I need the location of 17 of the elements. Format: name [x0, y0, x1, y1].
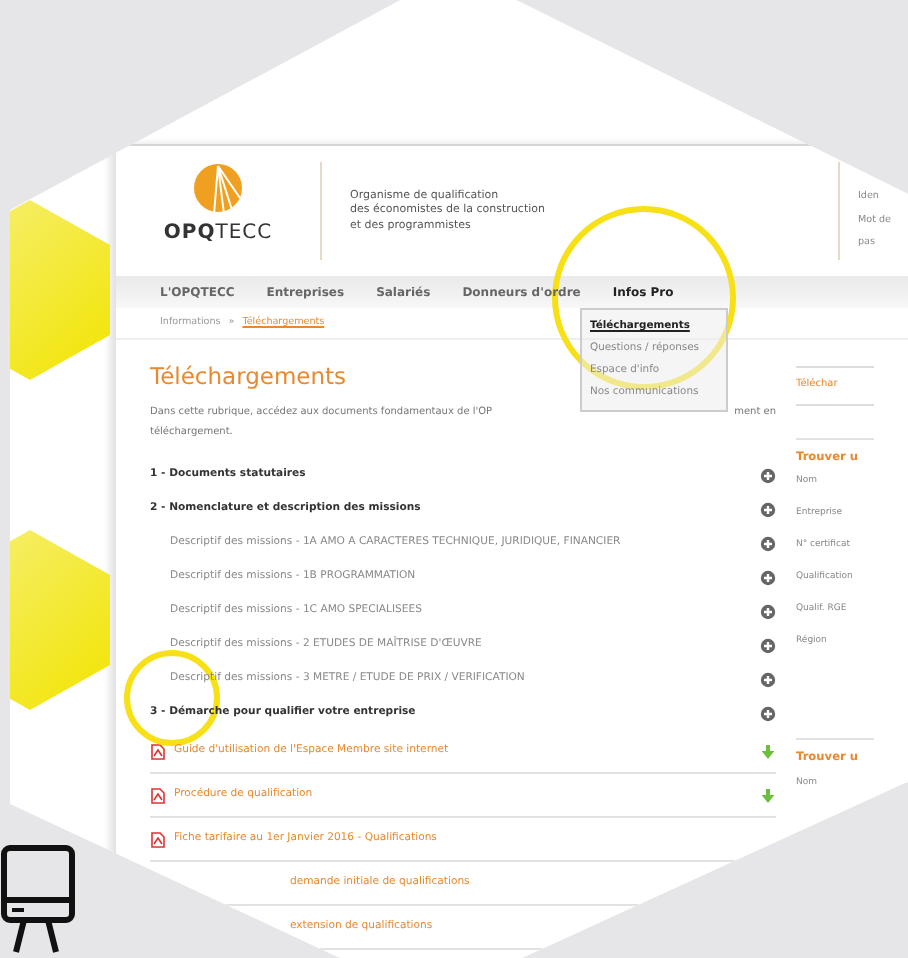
plus-circle-icon — [760, 637, 776, 654]
plus-circle-icon — [760, 671, 776, 688]
plus-circle-icon — [760, 467, 776, 484]
plus-circle-icon — [760, 705, 776, 722]
pdf-file-icon — [150, 743, 166, 760]
logo-text: OPQTECC — [163, 220, 273, 248]
pdf-file-icon — [150, 831, 166, 848]
plus-circle-icon — [760, 535, 776, 552]
plus-circle-icon — [760, 501, 776, 518]
logo-icon — [188, 162, 248, 218]
plus-circle-icon — [760, 603, 776, 620]
plus-circle-icon — [760, 569, 776, 586]
page-title: Téléchargements — [150, 360, 347, 395]
pdf-file-icon — [150, 787, 166, 804]
download-arrow-icon — [760, 743, 776, 760]
download-arrow-icon — [760, 787, 776, 804]
monitor-icon — [0, 844, 80, 956]
